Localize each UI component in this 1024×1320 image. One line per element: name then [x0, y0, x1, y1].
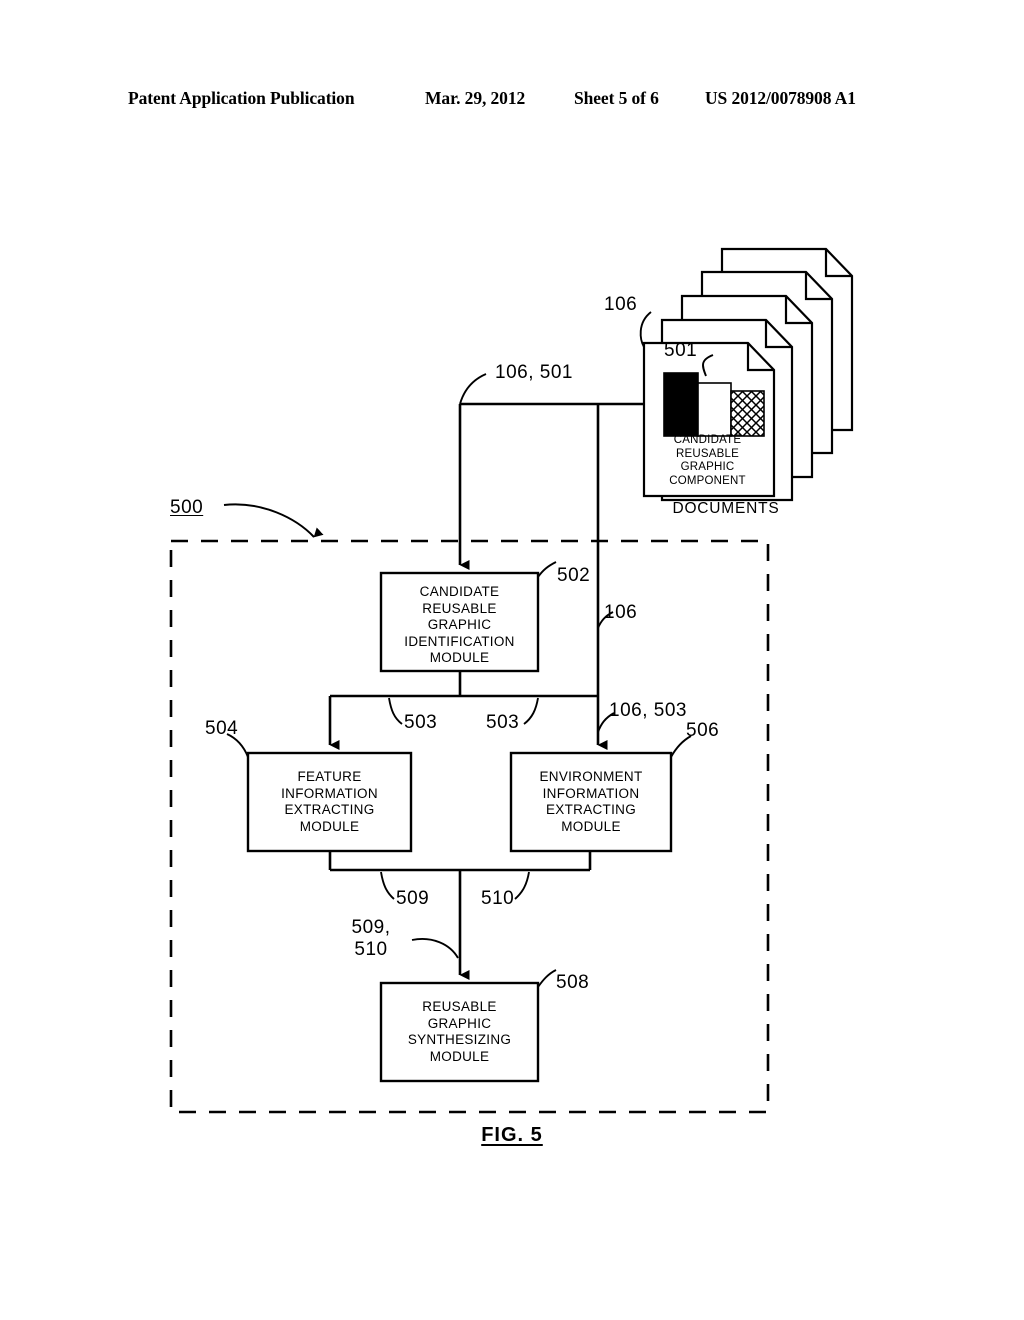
figure-caption: FIG. 5 — [0, 1124, 1024, 1147]
leader-509-510 — [411, 938, 459, 959]
module-label-506: ENVIRONMENT INFORMATION EXTRACTING MODUL… — [539, 769, 643, 834]
candidate-graphic-caption: CANDIDATE REUSABLE GRAPHIC COMPONENT — [669, 434, 746, 487]
ref-500-system: 500 — [170, 497, 204, 518]
leader-502 — [537, 561, 557, 578]
ref-106-documents: 106 — [604, 294, 638, 315]
figure-5-diagram: CANDIDATE REUSABLE GRAPHIC COMPONENT DOC… — [0, 0, 1024, 1320]
documents-caption: DOCUMENTS — [672, 500, 780, 517]
ref-503-left: 503 — [404, 712, 438, 733]
ref-503-right: 503 — [486, 712, 520, 733]
ref-502: 502 — [557, 565, 591, 586]
leader-106-501 — [459, 373, 487, 405]
leader-arrow-500 — [223, 503, 324, 538]
module-label-502: CANDIDATE REUSABLE GRAPHIC IDENTIFICATIO… — [404, 584, 515, 665]
ref-510: 510 — [481, 888, 515, 909]
leader-508 — [537, 969, 557, 988]
ref-106-503: 106, 503 — [609, 700, 687, 721]
module-label-508: REUSABLE GRAPHIC SYNTHESIZING MODULE — [407, 999, 512, 1064]
leader-503-left — [388, 697, 403, 725]
leader-509 — [380, 871, 395, 900]
ref-504: 504 — [205, 718, 239, 739]
ref-509: 509 — [396, 888, 430, 909]
ref-106-501: 106, 501 — [495, 362, 573, 383]
ref-501-graphic: 501 — [664, 340, 698, 361]
leader-510 — [514, 871, 530, 900]
ref-509-510: 509, 510 — [351, 917, 391, 960]
ref-506: 506 — [686, 720, 720, 741]
module-label-504: FEATURE INFORMATION EXTRACTING MODULE — [281, 769, 378, 834]
leader-503-right — [523, 697, 539, 725]
ref-508: 508 — [556, 972, 590, 993]
figure-caption-text: FIG. 5 — [481, 1124, 543, 1146]
ref-106-branch: 106 — [604, 602, 638, 623]
leader-106-documents — [639, 311, 652, 348]
